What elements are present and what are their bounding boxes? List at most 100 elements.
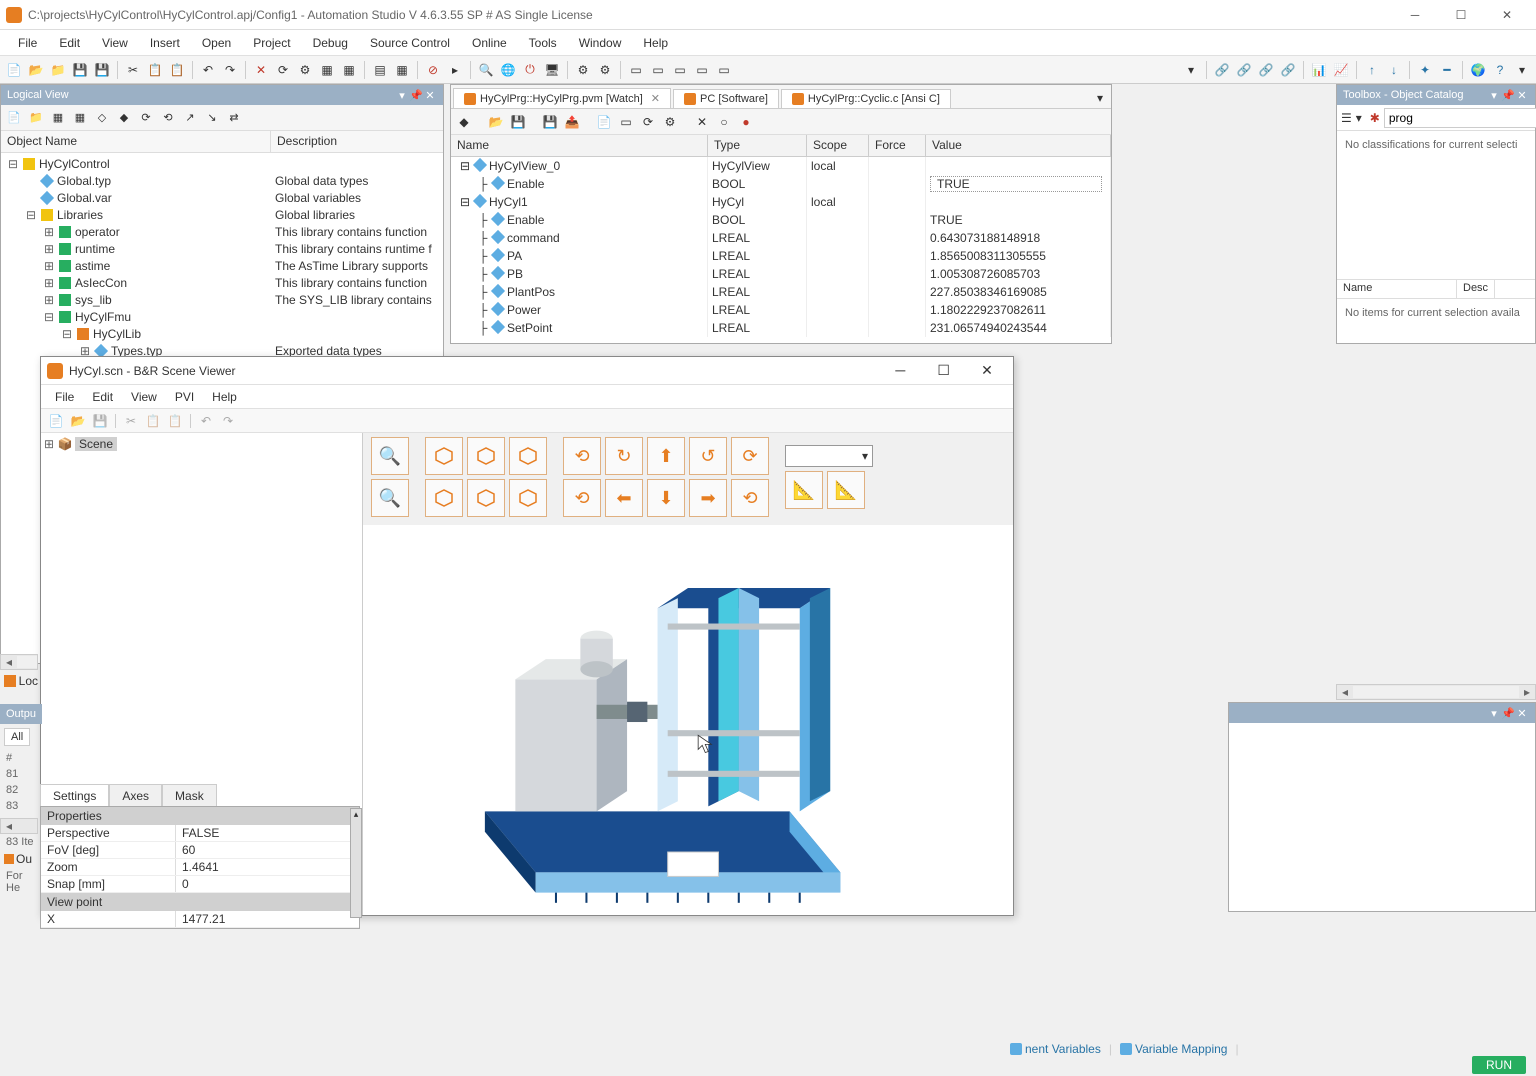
power-icon[interactable]: ⏻ [520,60,540,80]
tree-item-name[interactable]: Global.var [57,191,269,205]
menu-help[interactable]: Help [633,32,678,54]
settings-tab-settings[interactable]: Settings [40,784,109,808]
watch-var-value[interactable]: 1.8565008311305555 [926,247,1111,265]
prop-value[interactable]: 1.4641 [176,859,359,875]
menu-window[interactable]: Window [569,32,632,54]
pan-right-button[interactable]: ➡ [689,479,727,517]
window4-icon[interactable]: ▭ [692,60,712,80]
zoom-icon[interactable]: 🔍 [476,60,496,80]
gear2-icon[interactable]: ⚙ [595,60,615,80]
panel-close-icon[interactable]: ✕ [1515,89,1529,102]
lv-tool-icon[interactable]: ▦ [71,109,89,127]
menu-tools[interactable]: Tools [519,32,567,54]
pan-up-button[interactable]: ⬆ [647,437,685,475]
settings-tab-mask[interactable]: Mask [162,784,217,808]
lv-tool-icon[interactable]: ⟲ [159,109,177,127]
scroll-left-icon[interactable]: ◂ [1337,685,1353,699]
chart2-icon[interactable]: 📈 [1331,60,1351,80]
toolbox-scrollbar[interactable]: ◂ ▸ [1336,684,1536,700]
scroll-right-icon[interactable]: ▸ [1519,685,1535,699]
window-icon[interactable]: ▭ [626,60,646,80]
col-desc[interactable]: Desc [1457,280,1495,298]
lv-tool-icon[interactable]: ◆ [115,109,133,127]
scene-menu-pvi[interactable]: PVI [167,387,202,407]
panel-pin-icon[interactable]: 📌 [1501,89,1515,102]
scene-menu-help[interactable]: Help [204,387,245,407]
prop-value[interactable]: FALSE [176,825,359,841]
link-icon[interactable]: 🔗 [1212,60,1232,80]
save-icon[interactable]: 💾 [70,60,90,80]
wt-remove-icon[interactable]: ✕ [693,113,711,131]
watch-expand-icon[interactable]: ├ [477,231,489,245]
undo-icon[interactable]: ↶ [198,60,218,80]
scene-menu-view[interactable]: View [123,387,165,407]
tree-expand-icon[interactable]: ⊞ [43,437,55,451]
watch-var-value[interactable]: TRUE [926,175,1111,193]
refresh-icon[interactable]: ⟳ [273,60,293,80]
watch-var-value[interactable]: 1.005308726085703 [926,265,1111,283]
monitor-icon[interactable]: 🖥 [542,60,562,80]
window2-icon[interactable]: ▭ [648,60,668,80]
redo-icon[interactable]: ↷ [220,60,240,80]
wt-open-icon[interactable]: 📂 [487,113,505,131]
col-name[interactable]: Name [451,135,708,156]
tree-item-name[interactable]: HyCylLib [93,327,269,341]
new-icon[interactable]: 📄 [47,412,65,430]
tree-item-name[interactable]: operator [75,225,269,239]
link-variables[interactable]: nent Variables [1010,1042,1101,1056]
wt-sel-icon[interactable]: ▭ [617,113,635,131]
rotate-cw-button[interactable]: ⟳ [731,437,769,475]
chart-icon[interactable]: 📊 [1309,60,1329,80]
col-value[interactable]: Value [926,135,1111,156]
world-icon[interactable]: 🌍 [1468,60,1488,80]
undo-icon[interactable]: ↶ [197,412,215,430]
pan-down-button[interactable]: ⬇ [647,479,685,517]
watch-var-value[interactable] [926,193,1111,211]
watch-var-value[interactable]: 231.06574940243544 [926,319,1111,337]
view-iso6-button[interactable] [509,479,547,517]
col-description[interactable]: Description [271,131,443,152]
nav-icon[interactable]: ✦ [1415,60,1435,80]
pan-left-button[interactable]: ⬅ [605,479,643,517]
wt-gear-icon[interactable]: ⚙ [661,113,679,131]
open-icon[interactable]: 📂 [26,60,46,80]
logical-view-tree[interactable]: ⊟HyCylControlGlobal.typGlobal data types… [1,153,443,378]
watch-expand-icon[interactable]: ├ [477,321,489,335]
build-icon[interactable]: ▦ [317,60,337,80]
minus-icon[interactable]: ━ [1437,60,1457,80]
zoom-out-button[interactable]: 🔍 [371,479,409,517]
menu-file[interactable]: File [8,32,47,54]
more-icon[interactable]: ▾ [1512,60,1532,80]
link2-icon[interactable]: 🔗 [1234,60,1254,80]
snap1-button[interactable]: 📐 [785,471,823,509]
tree-expand-icon[interactable]: ⊟ [43,310,55,324]
panel-pin-icon[interactable]: 📌 [1501,707,1515,720]
panel-close-icon[interactable]: ✕ [423,89,437,102]
tree-item-name[interactable]: HyCylFmu [75,310,269,324]
lv-tool-icon[interactable]: 📄 [5,109,23,127]
window3-icon[interactable]: ▭ [670,60,690,80]
watch-expand-icon[interactable]: ├ [477,303,489,317]
view-combo[interactable]: ▾ [785,445,873,467]
wt-doc-icon[interactable]: 📄 [595,113,613,131]
watch-expand-icon[interactable]: ⊟ [459,159,471,173]
tree-expand-icon[interactable]: ⊟ [61,327,73,341]
view-iso4-button[interactable] [425,479,463,517]
tree-expand-icon[interactable]: ⊟ [25,208,37,222]
minimize-button[interactable]: ─ [1392,1,1438,29]
lv-scrollbar[interactable]: ◂ [0,654,38,670]
window5-icon[interactable]: ▭ [714,60,734,80]
watch-var-value[interactable]: 0.643073188148918 [926,229,1111,247]
menu-source-control[interactable]: Source Control [360,32,460,54]
panel-dropdown-icon[interactable]: ▾ [1487,707,1501,720]
folder-icon[interactable]: 📁 [48,60,68,80]
scene-close-button[interactable]: ✕ [967,362,1007,379]
tree-expand-icon[interactable]: ⊟ [7,157,19,171]
link4-icon[interactable]: 🔗 [1278,60,1298,80]
zoom-in-button[interactable]: 🔍 [371,437,409,475]
search-input[interactable] [1384,108,1536,128]
view-iso2-button[interactable] [467,437,505,475]
paste-icon[interactable]: 📋 [167,60,187,80]
link3-icon[interactable]: 🔗 [1256,60,1276,80]
watch-var-value[interactable]: TRUE [926,211,1111,229]
